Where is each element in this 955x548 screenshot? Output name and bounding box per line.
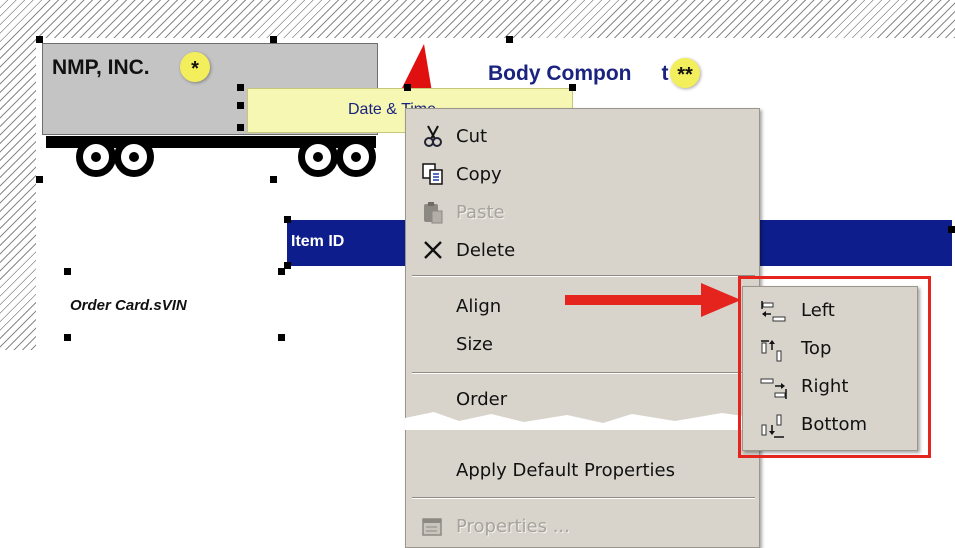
truck-wheel (114, 137, 154, 177)
selection-handle[interactable] (64, 268, 71, 275)
context-menu: Cut Copy Paste Delete Align Size Order A… (405, 108, 760, 548)
menu-separator (412, 275, 755, 277)
selection-handle[interactable] (270, 36, 277, 43)
menu-item-copy[interactable]: Copy (406, 157, 761, 193)
report-title[interactable]: Body Compon t (488, 62, 668, 86)
menu-item-paste[interactable]: Paste (406, 195, 761, 231)
paste-icon (424, 202, 443, 224)
red-arrow-annotation (565, 283, 741, 317)
truck-wheel (298, 137, 338, 177)
selection-handle[interactable] (506, 36, 513, 43)
menu-item-size[interactable]: Size (406, 327, 761, 363)
selection-handle[interactable] (237, 84, 244, 91)
report-margin-hatch-left (0, 0, 36, 350)
selection-handle[interactable] (64, 334, 71, 341)
copy-icon (422, 163, 443, 185)
selection-handle[interactable] (278, 268, 285, 275)
menu-separator (412, 372, 755, 374)
scissors-icon (424, 125, 442, 147)
selection-handle[interactable] (404, 84, 411, 91)
report-margin-hatch-top (0, 0, 955, 38)
properties-icon (422, 518, 442, 536)
red-highlight-box (738, 276, 931, 458)
star-badge-single: * (180, 52, 210, 82)
selection-handle[interactable] (237, 102, 244, 109)
selection-handle[interactable] (569, 84, 576, 91)
menu-item-delete[interactable]: Delete (406, 233, 761, 269)
menu-item-cut[interactable]: Cut (406, 119, 761, 155)
item-id-label[interactable]: Item ID (291, 233, 344, 251)
selection-handle[interactable] (948, 226, 955, 233)
menu-separator (412, 497, 755, 499)
selection-handle[interactable] (270, 176, 277, 183)
selection-handle[interactable] (278, 334, 285, 341)
menu-item-order[interactable]: Order (406, 382, 761, 418)
selection-handle[interactable] (36, 176, 43, 183)
selection-handle[interactable] (284, 262, 291, 269)
menu-item-apply-default-properties[interactable]: Apply Default Properties (406, 453, 761, 489)
order-card-field[interactable]: Order Card.sVIN (70, 297, 187, 314)
star-badge-double: ** (670, 58, 700, 88)
delete-x-icon (424, 241, 442, 259)
company-name-label[interactable]: NMP, INC. (52, 56, 150, 80)
selection-handle[interactable] (284, 216, 291, 223)
truck-wheel (76, 137, 116, 177)
selection-handle[interactable] (237, 124, 244, 131)
truck-wheel (336, 137, 376, 177)
selection-handle[interactable] (36, 36, 43, 43)
menu-item-properties[interactable]: Properties ... (406, 509, 761, 545)
